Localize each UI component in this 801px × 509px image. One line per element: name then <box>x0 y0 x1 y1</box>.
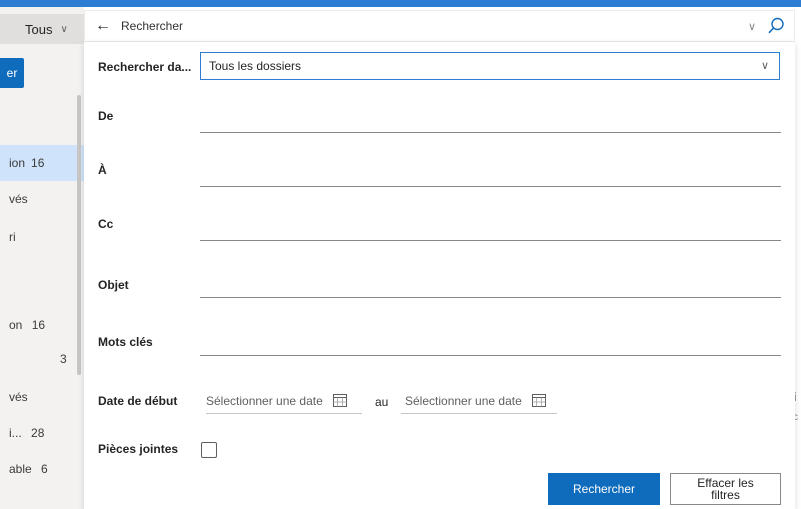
end-date-picker[interactable]: Sélectionner une date <box>401 388 557 414</box>
date-range-separator: au <box>375 395 389 409</box>
folder-label: vés <box>9 390 28 404</box>
folder-item[interactable]: on 16 <box>0 318 84 332</box>
from-label: De <box>98 109 114 123</box>
cc-label: Cc <box>98 217 114 231</box>
attachments-label: Pièces jointes <box>98 442 179 456</box>
folder-item[interactable]: i... 28 <box>0 426 84 440</box>
folder-label: vés <box>9 192 28 206</box>
start-date-placeholder: Sélectionner une date <box>206 393 323 408</box>
search-icon[interactable] <box>766 16 786 36</box>
folder-count: 6 <box>41 462 48 476</box>
search-bar: ← Rechercher ∨ <box>84 10 795 42</box>
subject-label: Objet <box>98 278 129 292</box>
folder-label: ion <box>9 156 26 170</box>
chevron-down-icon: ∨ <box>60 23 68 35</box>
to-label: À <box>98 163 107 177</box>
folder-count: 16 <box>31 318 46 332</box>
search-in-dropdown[interactable]: Tous les dossiers ∨ <box>200 52 780 80</box>
folder-label: ri <box>9 230 16 244</box>
search-input[interactable]: Rechercher <box>121 19 748 33</box>
clear-filters-button[interactable]: Effacer les filtres <box>670 473 781 505</box>
subject-field[interactable] <box>200 297 781 298</box>
chevron-down-icon[interactable]: ∨ <box>748 20 756 33</box>
from-field[interactable] <box>200 132 781 133</box>
folder-item[interactable]: able 6 <box>0 462 84 476</box>
end-date-placeholder: Sélectionner une date <box>405 393 522 408</box>
folder-count: 28 <box>31 426 45 440</box>
folder-item[interactable]: vés <box>0 390 84 404</box>
folder-item[interactable]: ri <box>0 230 84 244</box>
folder-count: 16 <box>31 156 45 170</box>
new-message-button[interactable]: er <box>0 58 24 88</box>
folder-item[interactable]: vés <box>0 192 84 206</box>
folder-label: able <box>9 462 32 476</box>
cc-field[interactable] <box>200 240 781 241</box>
title-strip <box>0 0 801 7</box>
folder-pane-scrollbar[interactable] <box>77 95 81 375</box>
folder-item[interactable]: 3 <box>0 352 84 366</box>
start-date-picker[interactable]: Sélectionner une date <box>206 388 362 414</box>
calendar-icon <box>531 394 546 407</box>
folder-label: on <box>9 318 23 332</box>
keywords-field[interactable] <box>200 355 781 356</box>
keywords-label: Mots clés <box>98 335 153 349</box>
start-date-label: Date de début <box>98 394 178 408</box>
folder-item[interactable]: ion 16 <box>0 145 84 181</box>
search-scope-dropdown[interactable]: Tous ∨ <box>0 14 84 44</box>
folder-count: 3 <box>60 352 67 366</box>
search-button[interactable]: Rechercher <box>548 473 660 505</box>
calendar-icon <box>332 394 347 407</box>
search-scope-label: Tous <box>25 21 53 37</box>
advanced-search-panel: Rechercher da... Tous les dossiers ∨ De … <box>84 42 795 509</box>
search-in-value: Tous les dossiers <box>209 59 302 73</box>
chevron-down-icon: ∨ <box>760 60 769 72</box>
folder-label: i... <box>9 426 22 440</box>
to-field[interactable] <box>200 186 781 187</box>
attachments-checkbox[interactable] <box>201 442 217 458</box>
search-in-label: Rechercher da... <box>98 60 192 74</box>
back-arrow-icon[interactable]: ← <box>85 17 121 35</box>
